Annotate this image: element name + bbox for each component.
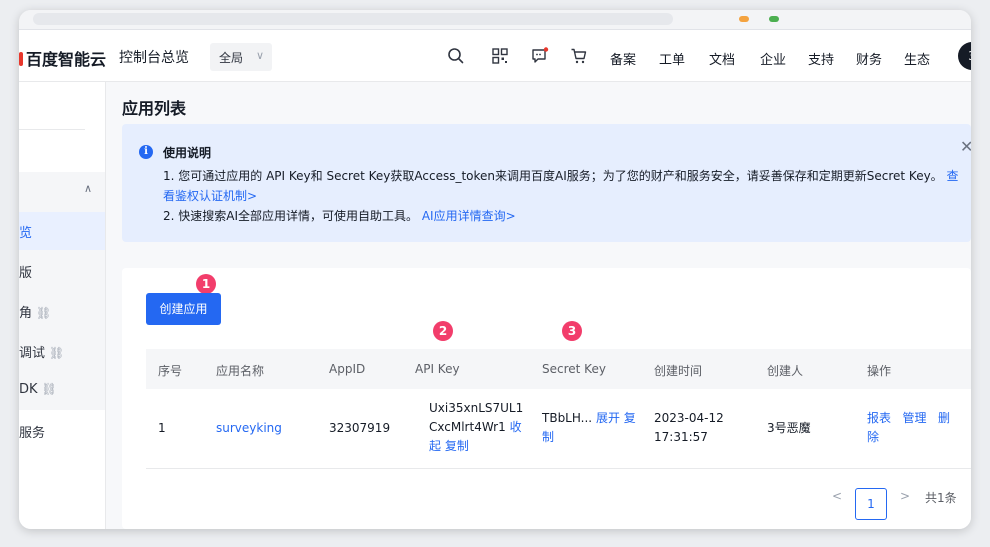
notice-line-1: 1. 您可通过应用的 API Key和 Secret Key获取Access_t… [163,166,959,186]
address-bar[interactable] [33,13,673,25]
nav-item-enterprise[interactable]: 企业 [760,49,786,68]
sidebar-group [19,172,105,410]
api-key-value: Uxi35xnLS7UL1 [429,401,524,415]
auth-doc-link[interactable]: 查 [947,169,959,183]
app-id: 32307919 [329,421,391,435]
annotation-badge: 3 [562,321,582,341]
page-title: 应用列表 [122,99,187,118]
column-header: Secret Key [542,362,606,376]
pagination-total: 共1条 [925,491,957,505]
column-header: API Key [415,362,460,376]
sidebar-item-sdk[interactable]: DK ⛓ [19,382,57,397]
secret-key-expand-link[interactable]: 展开 [596,411,620,425]
api-key-collapse-link[interactable]: 起 [429,439,441,453]
nav-item-docs[interactable]: 文档 [709,49,735,68]
manage-link[interactable]: 管理 [902,411,926,425]
nav-item-finance[interactable]: 财务 [856,49,882,68]
browser-toolbar [19,10,971,30]
sidebar-item-label: 览 [19,226,33,241]
pagination-page[interactable]: 1 [855,488,887,520]
sidebar-item-debug[interactable]: 调试 ⛓ [19,342,64,361]
column-header: 创建时间 [654,364,703,378]
secret-key-value: TBbLH... [542,411,593,425]
delete-link[interactable]: 除 [867,430,879,444]
extension-icon[interactable] [739,16,749,22]
sidebar-item-label: 服务 [19,426,46,441]
logo-mark-icon [19,52,23,66]
created-time: 17:31:57 [654,430,708,444]
sidebar-item-label: 角 [19,306,33,321]
sidebar-item-service[interactable]: 服务 [19,422,45,441]
table-row: 1 surveyking 32307919 Uxi35xnLS7UL1 CxcM… [146,389,971,469]
api-key-collapse-link[interactable]: 收 [510,420,522,434]
sidebar-item-label: 调试 [19,346,46,361]
external-link-icon: ⛓ [41,382,57,396]
external-link-icon: ⛓ [36,306,52,320]
shopping-cart-icon[interactable] [569,46,589,66]
column-header: AppID [329,362,366,376]
notice-title: 使用说明 [163,146,212,160]
region-scope-select[interactable]: 全局 ∨ [210,43,272,71]
qrcode-icon[interactable] [490,46,510,66]
browser-window: 百度智能云 控制台总览 全局 ∨ 备案 工单 文档 企业 支持 财务 生态 ∧ … [19,10,971,529]
delete-link[interactable]: 删 [938,411,950,425]
search-icon[interactable] [446,46,466,66]
logo-text: 百度智能云 [26,50,107,69]
secret-key-copy-link[interactable]: 复 [624,411,636,425]
secret-key-cell: TBbLH... 展开 复 制 [542,409,636,447]
app-detail-query-link[interactable]: AI应用详情查询> [422,209,516,223]
sidebar: ∧ 览 版 角 ⛓ 调试 ⛓ DK ⛓ 服务 [19,82,106,529]
sidebar-divider [19,129,85,130]
close-icon[interactable]: ✕ [960,137,971,156]
chevron-down-icon: ∨ [255,49,264,62]
info-icon: i [139,145,153,159]
nav-item-icp[interactable]: 备案 [610,49,636,68]
annotation-badge: 1 [196,274,216,294]
creator: 3号恶魔 [767,421,811,435]
secret-key-copy-link[interactable]: 制 [542,430,554,444]
extension-icon[interactable] [769,16,779,22]
pagination-next[interactable]: > [900,489,910,503]
api-key-cell: Uxi35xnLS7UL1 CxcMlrt4Wr1 收 起 复制 [429,399,523,456]
sidebar-item-role[interactable]: 角 ⛓ [19,302,51,321]
sidebar-item-label: 版 [19,266,33,281]
app-name-link[interactable]: surveyking [216,419,282,438]
notice-line-2: 2. 快速搜索AI全部应用详情，可使用自助工具。 AI应用详情查询> [163,206,516,226]
column-header: 序号 [158,364,183,378]
nav-item-support[interactable]: 支持 [808,49,834,68]
row-index: 1 [158,421,166,435]
table-header: 序号 应用名称 AppID API Key Secret Key 创建时间 创建… [146,349,971,389]
nav-item-ticket[interactable]: 工单 [659,49,685,68]
api-key-value: CxcMlrt4Wr1 [429,420,506,434]
top-navigation: 百度智能云 控制台总览 全局 ∨ 备案 工单 文档 企业 支持 财务 生态 [19,30,971,82]
sidebar-item-overview[interactable]: 览 [19,222,32,241]
column-header: 应用名称 [216,364,265,378]
create-app-button[interactable]: 创建应用 [146,293,221,325]
scope-value: 全局 [219,51,244,65]
sidebar-item-version[interactable]: 版 [19,262,32,281]
created-time-cell: 2023-04-12 17:31:57 [654,409,724,447]
report-link[interactable]: 报表 [867,411,891,425]
message-icon[interactable] [530,46,550,66]
nav-item-ecosystem[interactable]: 生态 [904,49,930,68]
annotation-badge: 2 [433,321,453,341]
console-overview-link[interactable]: 控制台总览 [119,47,189,67]
app-list-card: 1 创建应用 2 3 序号 应用名称 AppID API Key Secret … [122,268,971,529]
pagination-prev[interactable]: < [832,489,842,503]
notice-text: 2. 快速搜索AI全部应用详情，可使用自助工具。 [163,209,419,223]
actions-cell: 报表 管理 删 除 [867,409,950,447]
external-link-icon: ⛓ [49,346,65,360]
notice-text: 1. 您可通过应用的 API Key和 Secret Key获取Access_t… [163,169,943,183]
column-header: 操作 [867,364,892,378]
sidebar-item-label: DK [19,382,38,397]
created-date: 2023-04-12 [654,411,724,425]
chevron-up-icon[interactable]: ∧ [84,182,92,195]
user-avatar[interactable]: 3 [958,42,971,70]
usage-notice: i 使用说明 1. 您可通过应用的 API Key和 Secret Key获取A… [122,124,971,242]
brand-logo[interactable]: 百度智能云 [19,46,106,70]
api-key-copy-link[interactable]: 复制 [445,439,469,453]
column-header: 创建人 [767,364,804,378]
auth-doc-link[interactable]: 看鉴权认证机制> [163,189,257,203]
notice-line-1-cont: 看鉴权认证机制> [163,186,257,206]
